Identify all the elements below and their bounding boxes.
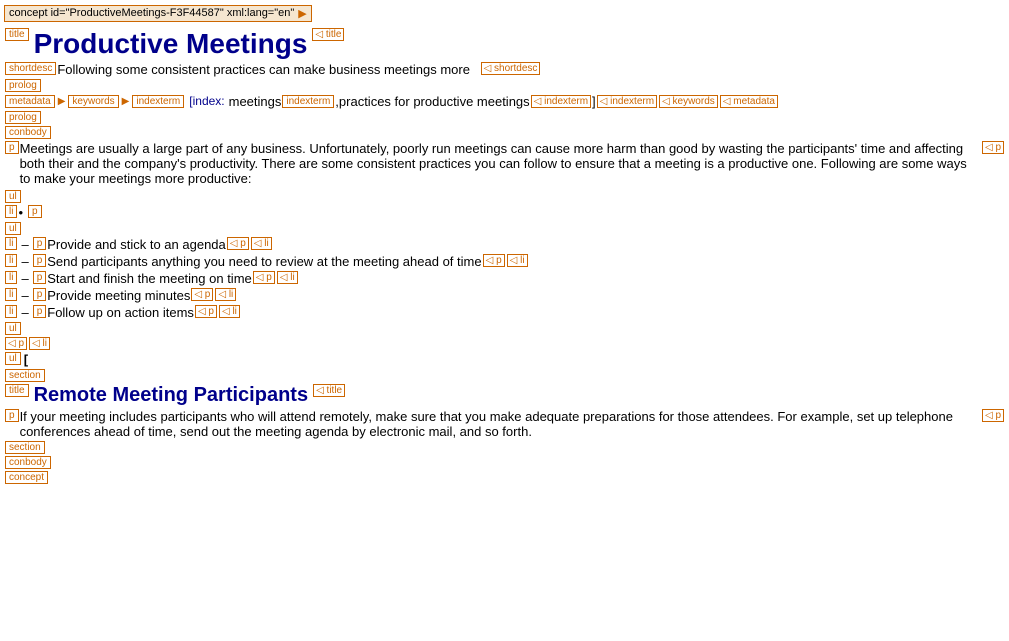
nested-ul-close-tag: ul bbox=[5, 322, 21, 335]
title-row: title Productive Meetings ◁ title bbox=[4, 28, 1005, 60]
metadata-close: ◁ metadata bbox=[720, 95, 778, 108]
concept-close-tag: concept bbox=[5, 471, 48, 484]
concept-header-text: concept id="ProductiveMeetings-F3F44587"… bbox=[9, 7, 294, 19]
indexterm-open-tag: indexterm bbox=[132, 95, 184, 108]
list-item-text-2: Start and finish the meeting on time bbox=[47, 271, 252, 286]
section-p-open-tag: p bbox=[5, 409, 19, 422]
li-close-0: ◁ li bbox=[251, 237, 272, 250]
p-tag-4: p bbox=[33, 305, 47, 318]
nested-ul-row: ul bbox=[4, 222, 1005, 235]
main-title: Productive Meetings bbox=[34, 28, 308, 60]
shortdesc-text: Following some consistent practices can … bbox=[57, 62, 470, 77]
p-tag-3: p bbox=[33, 288, 47, 301]
section-close-tag: section bbox=[5, 441, 45, 454]
conbody-row: conbody bbox=[4, 126, 1005, 139]
list-item-text-1: Send participants anything you need to r… bbox=[47, 254, 481, 269]
para1-text: Meetings are usually a large part of any… bbox=[20, 141, 981, 186]
section-title-row: title Remote Meeting Participants ◁ titl… bbox=[4, 384, 1005, 407]
prolog-close-tag: prolog bbox=[5, 111, 41, 124]
para1-row: p Meetings are usually a large part of a… bbox=[4, 141, 1005, 186]
li-tag-3: li bbox=[5, 288, 17, 301]
nested-ul-close-row: ul bbox=[4, 322, 1005, 335]
prolog-close-row: prolog bbox=[4, 111, 1005, 124]
li-p-close-row: ◁ p ◁ li bbox=[4, 337, 1005, 350]
title-close-tag: ◁ title bbox=[312, 28, 344, 41]
list-item-3: li – p Provide meeting minutes ◁ p ◁ li bbox=[4, 288, 1005, 303]
p-tag-1: p bbox=[33, 254, 47, 267]
section-title-open-tag: title bbox=[5, 384, 29, 397]
li-tag-1: li bbox=[5, 254, 17, 267]
li-tag-2: li bbox=[5, 271, 17, 284]
section-close-row: section bbox=[4, 441, 1005, 454]
concept-header: concept id="ProductiveMeetings-F3F44587"… bbox=[4, 5, 312, 22]
ul-open-tag: ul bbox=[5, 190, 21, 203]
prolog-open-tag: prolog bbox=[5, 79, 41, 92]
list-item-text-0: Provide and stick to an agenda bbox=[47, 237, 226, 252]
p-close-0: ◁ p bbox=[227, 237, 249, 250]
p-close-4: ◁ p bbox=[195, 305, 217, 318]
index-value1: meetings bbox=[229, 94, 282, 109]
concept-header-arrow: ▶ bbox=[298, 7, 306, 20]
li-close-outer: ◁ li bbox=[29, 337, 50, 350]
li-tag-4: li bbox=[5, 305, 17, 318]
keywords-open-tag: keywords bbox=[68, 95, 118, 108]
metadata-row: metadata ▶ keywords ▶ indexterm [index: … bbox=[4, 94, 1005, 109]
conbody-open-tag: conbody bbox=[5, 126, 51, 139]
indexterm-close2: ◁ indexterm bbox=[531, 95, 591, 108]
title-open-tag: title bbox=[5, 28, 29, 41]
indexterm-close4: ◁ indexterm bbox=[597, 95, 657, 108]
list-item-2: li – p Start and finish the meeting on t… bbox=[4, 271, 1005, 286]
li-open-tag: li bbox=[5, 205, 17, 218]
list-item-1: li – p Send participants anything you ne… bbox=[4, 254, 1005, 269]
li-tag-0: li bbox=[5, 237, 17, 250]
keywords-close: ◁ keywords bbox=[659, 95, 718, 108]
conbody-close-row: conbody bbox=[4, 456, 1005, 469]
section-title-close-tag: ◁ title bbox=[313, 384, 345, 397]
li-first-row: li • p bbox=[4, 205, 1005, 220]
p-close-tag: ◁ p bbox=[982, 141, 1004, 154]
metadata-open-tag: metadata bbox=[5, 95, 55, 108]
li-close-3: ◁ li bbox=[215, 288, 236, 301]
ul-row: ul bbox=[4, 190, 1005, 203]
section2-para: If your meeting includes participants wh… bbox=[20, 409, 981, 439]
nested-ul-tag: ul bbox=[5, 222, 21, 235]
p-close-2: ◁ p bbox=[253, 271, 275, 284]
li-close-4: ◁ li bbox=[219, 305, 240, 318]
section-p-close-tag: ◁ p bbox=[982, 409, 1004, 422]
list-item-0: li – p Provide and stick to an agenda ◁ … bbox=[4, 237, 1005, 252]
ul-close-row: ul [ bbox=[4, 352, 1005, 367]
index-value2: practices for productive meetings bbox=[339, 94, 530, 109]
section-open-row: section bbox=[4, 369, 1005, 382]
p-tag-0: p bbox=[33, 237, 47, 250]
indexterm-close1: indexterm bbox=[282, 95, 334, 108]
prolog-row: prolog bbox=[4, 79, 1005, 92]
p-open-tag: p bbox=[5, 141, 19, 154]
li-close-2: ◁ li bbox=[277, 271, 298, 284]
shortdesc-row: shortdesc Following some consistent prac… bbox=[4, 62, 1005, 77]
p-tag-nested: p bbox=[28, 205, 42, 218]
section-para-row: p If your meeting includes participants … bbox=[4, 409, 1005, 439]
concept-close-row: concept bbox=[4, 471, 1005, 484]
conbody-close-tag: conbody bbox=[5, 456, 51, 469]
p-tag-2: p bbox=[33, 271, 47, 284]
section-open-tag: section bbox=[5, 369, 45, 382]
section2-title: Remote Meeting Participants bbox=[34, 384, 309, 407]
shortdesc-open-tag: shortdesc bbox=[5, 62, 56, 75]
list-item-text-3: Provide meeting minutes bbox=[47, 288, 190, 303]
p-close-1: ◁ p bbox=[483, 254, 505, 267]
list-item-text-4: Follow up on action items bbox=[47, 305, 194, 320]
p-close-3: ◁ p bbox=[191, 288, 213, 301]
p-close-outer: ◁ p bbox=[5, 337, 27, 350]
list-item-4: li – p Follow up on action items ◁ p ◁ l… bbox=[4, 305, 1005, 320]
shortdesc-close-tag: ◁ shortdesc bbox=[481, 62, 541, 75]
ul-close-tag: ul bbox=[5, 352, 21, 365]
li-close-1: ◁ li bbox=[507, 254, 528, 267]
